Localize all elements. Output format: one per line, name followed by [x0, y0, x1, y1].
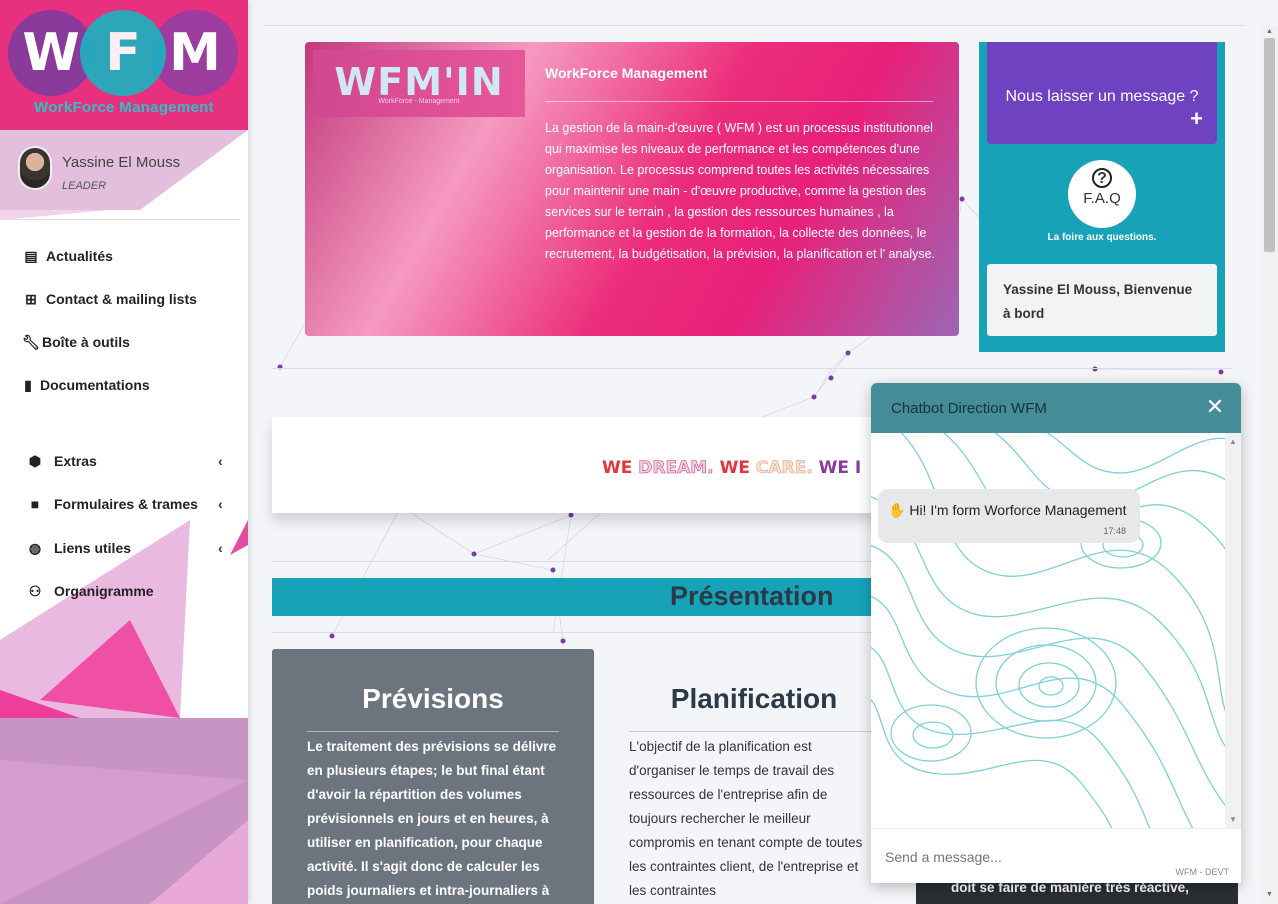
chevron-left-icon: ‹	[218, 453, 223, 469]
chat-message-time: 17:48	[1103, 526, 1126, 536]
sidebar-item-extras[interactable]: ⬢ Extras ‹	[26, 453, 223, 469]
hero-title: WorkForce Management	[545, 65, 708, 81]
sidebar: W M F WorkForce Management Yassine El Mo…	[0, 0, 248, 904]
card-text: L'objectif de la planification est d'org…	[629, 739, 863, 898]
leave-message-label: Nous laisser un message ?	[1005, 88, 1199, 105]
section-divider	[272, 632, 892, 633]
slogan-part: WE	[602, 458, 639, 478]
user-panel[interactable]: Yassine El Mouss LEADER	[0, 130, 248, 210]
chatbot-window: Chatbot Direction WFM ✕ ✋ Hi! I'm form W…	[871, 383, 1241, 883]
book-icon: ▮	[24, 377, 32, 393]
chatbot-header: Chatbot Direction WFM ✕	[871, 383, 1241, 433]
chevron-left-icon: ‹	[218, 496, 223, 512]
sidebar-item-documentations[interactable]: ▮ Documentations	[22, 377, 150, 393]
sidebar-item-boite-outils[interactable]: 🔧︎ Boîte à outils	[22, 334, 130, 350]
leave-message-button[interactable]: Nous laisser un message ? +	[987, 42, 1217, 144]
sidebar-item-organigramme[interactable]: ⚇ Organigramme	[26, 583, 154, 599]
presentation-title: Présentation	[670, 581, 834, 611]
question-circle-icon: ?	[1092, 168, 1112, 188]
folder-icon: ■	[30, 496, 40, 512]
chat-input-bar: WFM - DEVT	[871, 828, 1241, 883]
slogan-part: DREAM.	[638, 458, 720, 479]
faq-button[interactable]: ? F.A.Q	[1068, 160, 1136, 228]
card-divider	[307, 731, 559, 732]
welcome-box: Yassine El Mouss, Bienvenue à bord	[987, 264, 1217, 336]
card-divider	[629, 731, 881, 732]
sidebar-divider	[6, 219, 240, 220]
hero-text: La gestion de la main-d'œuvre ( WFM ) es…	[545, 121, 936, 261]
sidebar-item-actualites[interactable]: ▤ Actualités	[22, 248, 113, 264]
card-title: Planification	[670, 683, 838, 714]
avatar	[18, 146, 52, 190]
scroll-up-icon[interactable]: ▲	[1229, 437, 1237, 446]
chat-message-text: ✋ Hi! I'm form Worforce Management	[888, 502, 1126, 519]
slogan-banner: WE DREAM. WE CARE. WE I	[272, 417, 892, 513]
page-scrollbar[interactable]: ▲ ▼	[1261, 26, 1278, 904]
sidebar-item-label: Boîte à outils	[42, 334, 130, 350]
hero-card: WFM'IN WorkForce - Management WorkForce …	[305, 42, 959, 336]
close-icon[interactable]: ✕	[1203, 395, 1227, 419]
table-icon: ⊞	[25, 291, 37, 307]
scroll-up-icon[interactable]: ▲	[1266, 28, 1273, 35]
top-divider	[265, 25, 1245, 26]
side-panel: Nous laisser un message ? + ? F.A.Q La f…	[979, 42, 1225, 352]
logo-letter-f: F	[80, 10, 166, 96]
slogan-text: WE DREAM. WE CARE. WE I	[602, 458, 862, 479]
chevron-left-icon: ‹	[218, 540, 223, 556]
sidebar-item-label: Extras	[54, 453, 97, 469]
scrollbar-thumb[interactable]	[1264, 38, 1275, 252]
chat-message-input[interactable]	[885, 849, 1205, 865]
hero-logo: WFM'IN WorkForce - Management	[313, 50, 525, 117]
brand-subtitle: WorkForce Management	[34, 99, 214, 116]
section-divider	[272, 368, 1232, 369]
chatbot-title: Chatbot Direction WFM	[891, 400, 1047, 417]
sidebar-item-label: Liens utiles	[54, 540, 132, 556]
user-role: LEADER	[62, 180, 107, 192]
sidebar-item-label: Formulaires & trames	[54, 496, 198, 512]
brand-header[interactable]: W M F WorkForce Management	[0, 0, 248, 130]
hero-divider	[545, 101, 933, 102]
sidebar-item-label: Documentations	[40, 377, 150, 393]
scroll-down-icon[interactable]: ▼	[1266, 891, 1273, 898]
newspaper-icon: ▤	[24, 248, 38, 264]
plus-icon: +	[1190, 106, 1203, 131]
globe-icon: ◍	[28, 540, 42, 556]
slogan-part: WE	[719, 458, 756, 478]
sidebar-item-label: Actualités	[46, 248, 113, 264]
scroll-down-icon[interactable]: ▼	[1229, 815, 1237, 824]
card-previsions: Prévisions Le traitement des prévisions …	[272, 649, 594, 904]
wrench-icon: 🔧︎	[22, 334, 40, 350]
presentation-header: Présentation	[272, 578, 892, 616]
sidebar-item-contact[interactable]: ⊞ Contact & mailing lists	[22, 291, 197, 307]
chat-scrollbar[interactable]: ▲ ▼	[1225, 433, 1241, 828]
slogan-part: WE	[818, 458, 855, 478]
faq-label: F.A.Q	[1083, 190, 1121, 207]
sidebar-item-label: Contact & mailing lists	[46, 291, 197, 307]
card-planification: Planification L'objectif de la planifica…	[594, 649, 890, 904]
slogan-part: CARE.	[755, 458, 819, 479]
hero-logo-text: WFM'IN	[334, 60, 504, 104]
user-name: Yassine El Mouss	[62, 154, 181, 171]
hero-logo-subtext: WorkForce - Management	[378, 98, 460, 105]
raised-hand-icon: ✋	[888, 502, 906, 518]
cubes-icon: ⬢	[28, 453, 42, 469]
sidebar-item-liens-utiles[interactable]: ◍ Liens utiles ‹	[26, 540, 223, 556]
chat-message-bubble: ✋ Hi! I'm form Worforce Management 17:48	[878, 489, 1140, 543]
card-title: Prévisions	[362, 683, 504, 714]
chat-messages[interactable]: ✋ Hi! I'm form Worforce Management 17:48	[871, 433, 1225, 828]
chat-footer-label: WFM - DEVT	[1175, 867, 1230, 877]
sidebar-item-formulaires[interactable]: ■ Formulaires & trames ‹	[26, 496, 223, 512]
sidebar-item-label: Organigramme	[54, 583, 154, 599]
card-text: Le traitement des prévisions se délivre …	[307, 739, 557, 898]
chat-message-content: Hi! I'm form Worforce Management	[909, 502, 1127, 518]
users-icon: ⚇	[28, 583, 42, 599]
slogan-part: I	[854, 458, 862, 478]
faq-subtitle: La foire aux questions.	[1047, 232, 1157, 243]
